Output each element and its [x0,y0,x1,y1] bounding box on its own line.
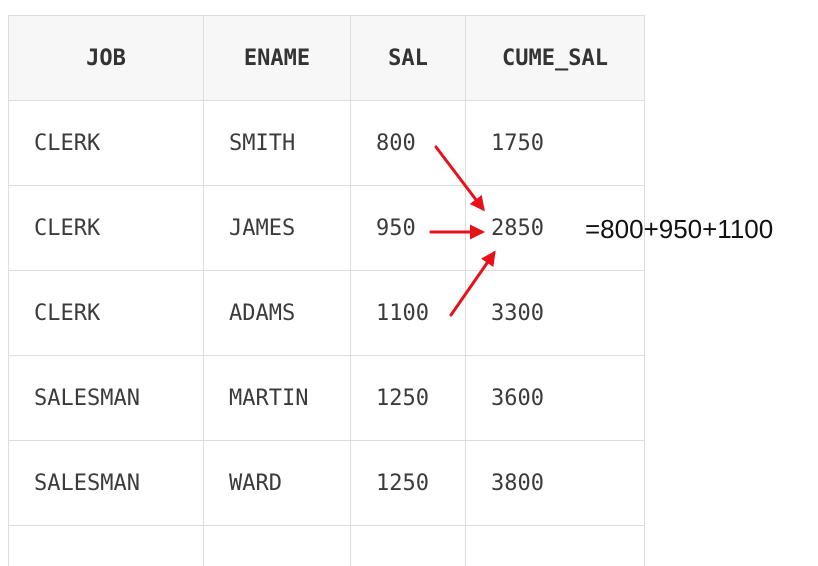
column-header-ename: ENAME [204,16,351,101]
salary-table: JOB ENAME SAL CUME_SAL CLERK SMITH 800 1… [8,15,645,566]
column-header-job: JOB [9,16,204,101]
empty-cell [351,526,466,566]
column-header-cume-sal: CUME_SAL [466,16,645,101]
table-row: CLERK SMITH 800 1750 [9,101,645,186]
cell-job: SALESMAN [9,356,204,441]
empty-cell [204,526,351,566]
cell-ename: ADAMS [204,271,351,356]
cell-sal: 950 [351,186,466,271]
table-row: SALESMAN WARD 1250 3800 [9,441,645,526]
cell-job: CLERK [9,271,204,356]
cell-cume-sal: 3300 [466,271,645,356]
cell-ename: WARD [204,441,351,526]
empty-cell [9,526,204,566]
cell-ename: JAMES [204,186,351,271]
cumulative-sum-formula: =800+950+1100 [585,214,773,245]
cell-job: CLERK [9,101,204,186]
cumulative-salary-illustration: JOB ENAME SAL CUME_SAL CLERK SMITH 800 1… [0,0,818,540]
cell-sal: 1100 [351,271,466,356]
cell-ename: MARTIN [204,356,351,441]
cell-cume-sal: 3800 [466,441,645,526]
empty-cell [466,526,645,566]
cell-cume-sal: 1750 [466,101,645,186]
column-header-sal: SAL [351,16,466,101]
cell-ename: SMITH [204,101,351,186]
table-row: SALESMAN MARTIN 1250 3600 [9,356,645,441]
cell-sal: 1250 [351,356,466,441]
cell-job: SALESMAN [9,441,204,526]
cell-sal: 1250 [351,441,466,526]
cell-job: CLERK [9,186,204,271]
cell-sal: 800 [351,101,466,186]
cell-cume-sal: 3600 [466,356,645,441]
table-row-cut-off [9,526,645,566]
table-row: CLERK ADAMS 1100 3300 [9,271,645,356]
header-row: JOB ENAME SAL CUME_SAL [9,16,645,101]
table-row: CLERK JAMES 950 2850 [9,186,645,271]
